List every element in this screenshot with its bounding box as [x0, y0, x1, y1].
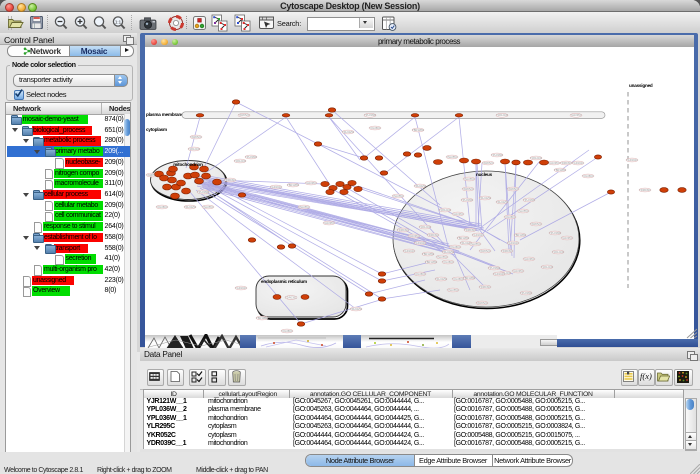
svg-text:YJR121W: YJR121W	[419, 225, 431, 229]
svg-text:YPL036W: YPL036W	[461, 198, 473, 202]
svg-text:YDR039C: YDR039C	[427, 233, 439, 237]
svg-text:YDL022W: YDL022W	[414, 184, 426, 188]
svg-text:1:1: 1:1	[115, 20, 122, 25]
svg-text:YBR118W: YBR118W	[514, 233, 526, 237]
svg-text:YPL036W: YPL036W	[197, 190, 209, 194]
svg-text:YDR039C: YDR039C	[479, 285, 491, 289]
svg-text:YOL086C: YOL086C	[442, 260, 454, 264]
svg-text:YNL055C: YNL055C	[436, 255, 447, 259]
svg-text:YDL022W: YDL022W	[350, 307, 362, 311]
svg-text:YKR052C: YKR052C	[462, 187, 474, 191]
svg-text:YDL022W: YDL022W	[435, 277, 447, 281]
svg-text:YKR052C: YKR052C	[530, 222, 542, 226]
svg-text:YOL086C: YOL086C	[369, 126, 381, 130]
svg-text:YNL055C: YNL055C	[463, 177, 474, 181]
svg-text:YLR295C: YLR295C	[452, 212, 463, 216]
svg-text:YNL055C: YNL055C	[517, 209, 528, 213]
svg-text:YBR118W: YBR118W	[422, 252, 434, 256]
svg-text:YBR118W: YBR118W	[256, 316, 268, 320]
svg-text:YKR052C: YKR052C	[238, 113, 250, 117]
svg-text:plasma membrane: plasma membrane	[146, 112, 184, 117]
svg-text:YJR121W: YJR121W	[234, 159, 246, 163]
svg-text:YNL055C: YNL055C	[469, 242, 480, 246]
svg-text:YLR295C: YLR295C	[523, 257, 534, 261]
svg-text:YJR121W: YJR121W	[530, 156, 542, 160]
svg-text:YGR192C: YGR192C	[472, 233, 484, 237]
svg-text:YDR039C: YDR039C	[560, 161, 572, 165]
svg-text:YDL022W: YDL022W	[342, 130, 354, 134]
svg-text:YDL022W: YDL022W	[479, 196, 491, 200]
svg-text:nucleus: nucleus	[476, 172, 493, 177]
svg-text:YKR052C: YKR052C	[476, 301, 488, 305]
svg-text:YOL086C: YOL086C	[156, 205, 168, 209]
svg-text:YKR052C: YKR052C	[482, 161, 494, 165]
svg-text:YGR192C: YGR192C	[572, 161, 584, 165]
svg-text:YJR121W: YJR121W	[496, 113, 508, 117]
svg-text:YGR192C: YGR192C	[235, 286, 247, 290]
svg-text:YDL022W: YDL022W	[496, 200, 508, 204]
svg-text:YNL055C: YNL055C	[298, 205, 309, 209]
svg-text:YBR118W: YBR118W	[463, 276, 475, 280]
svg-text:YLR295C: YLR295C	[561, 236, 572, 240]
svg-text:YPL036W: YPL036W	[549, 231, 561, 235]
svg-text:mitochondrion: mitochondrion	[173, 162, 203, 167]
svg-text:YKR052C: YKR052C	[190, 135, 202, 139]
svg-text:YDR039C: YDR039C	[639, 188, 651, 192]
svg-text:YOL086C: YOL086C	[504, 215, 516, 219]
svg-text:YLR295C: YLR295C	[512, 269, 523, 273]
svg-text:YJR121W: YJR121W	[552, 250, 564, 254]
svg-text:YGR192C: YGR192C	[507, 241, 519, 245]
svg-text:YLR295C: YLR295C	[323, 221, 334, 225]
svg-text:YGR192C: YGR192C	[493, 272, 505, 276]
svg-text:YDL022W: YDL022W	[442, 250, 454, 254]
svg-text:YOL086C: YOL086C	[582, 174, 594, 178]
svg-text:YOL086C: YOL086C	[452, 277, 464, 281]
svg-text:YDR039C: YDR039C	[464, 228, 476, 232]
svg-text:YGR192C: YGR192C	[403, 249, 415, 253]
svg-text:YPL036W: YPL036W	[245, 155, 257, 159]
svg-text:YBR118W: YBR118W	[425, 260, 437, 264]
svg-text:YBR118W: YBR118W	[554, 168, 566, 172]
svg-text:YPL036W: YPL036W	[488, 266, 500, 270]
svg-text:YLR295C: YLR295C	[408, 234, 419, 238]
svg-text:YGR192C: YGR192C	[414, 241, 426, 245]
svg-text:YJR121W: YJR121W	[439, 208, 451, 212]
svg-text:YDR039C: YDR039C	[397, 228, 409, 232]
svg-text:YDR039C: YDR039C	[224, 178, 236, 182]
svg-text:YBR118W: YBR118W	[457, 236, 469, 240]
svg-text:YLR295C: YLR295C	[570, 113, 581, 117]
svg-text:YPL036W: YPL036W	[523, 198, 535, 202]
svg-text:unassigned: unassigned	[629, 83, 653, 88]
svg-text:YJR121W: YJR121W	[188, 147, 200, 151]
svg-text:YGR192C: YGR192C	[270, 185, 282, 189]
svg-text:YOL086C: YOL086C	[281, 329, 293, 333]
svg-text:YBR118W: YBR118W	[412, 128, 424, 132]
svg-text:YOL086C: YOL086C	[414, 272, 426, 276]
svg-text:YPL036W: YPL036W	[520, 291, 532, 295]
svg-text:YKR052C: YKR052C	[479, 249, 491, 253]
svg-text:YOL086C: YOL086C	[449, 245, 461, 249]
svg-text:YDR039C: YDR039C	[285, 295, 297, 299]
svg-text:YLR295C: YLR295C	[548, 161, 559, 165]
svg-text:YBR118W: YBR118W	[287, 183, 299, 187]
svg-text:YNL055C: YNL055C	[446, 155, 457, 159]
svg-text:YGR192C: YGR192C	[626, 158, 638, 162]
svg-text:YJR121W: YJR121W	[541, 265, 553, 269]
svg-text:YPL036W: YPL036W	[491, 153, 503, 157]
svg-text:YDL022W: YDL022W	[184, 205, 196, 209]
svg-text:endoplasmic reticulum: endoplasmic reticulum	[261, 279, 307, 284]
svg-text:YNL055C: YNL055C	[392, 194, 403, 198]
svg-text:YNL055C: YNL055C	[202, 205, 213, 209]
svg-text:YPL036W: YPL036W	[364, 113, 376, 117]
svg-text:YNL055C: YNL055C	[447, 288, 458, 292]
svg-text:YDR039C: YDR039C	[501, 249, 513, 253]
svg-text:cytoplasm: cytoplasm	[146, 127, 167, 132]
svg-text:YKR052C: YKR052C	[507, 187, 519, 191]
svg-text:YLR295C: YLR295C	[305, 181, 316, 185]
